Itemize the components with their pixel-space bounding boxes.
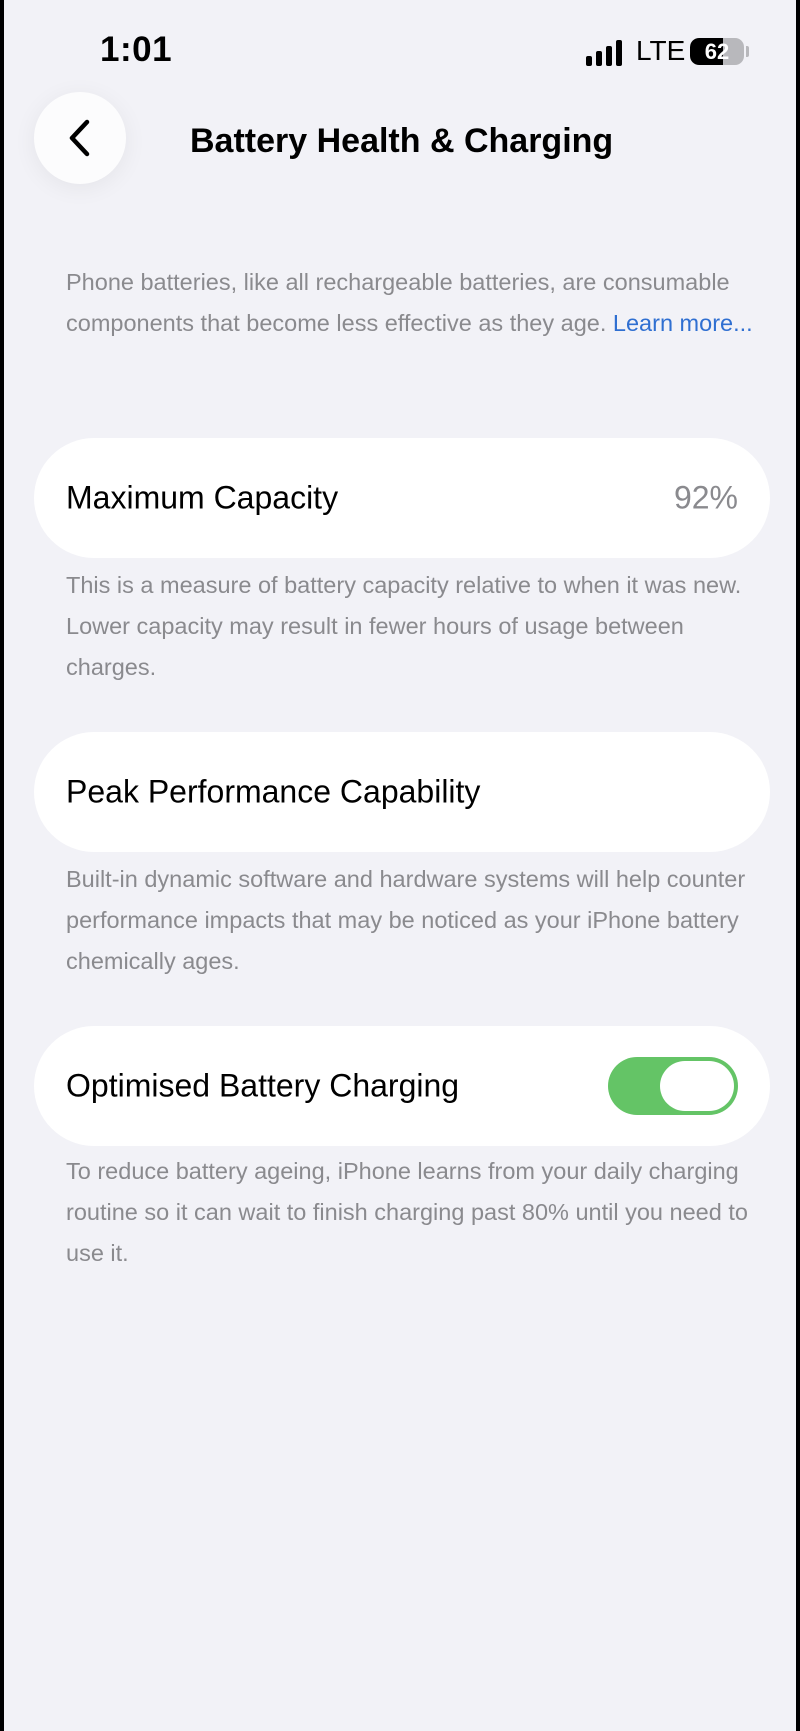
maximum-capacity-value: 92% — [673, 479, 738, 516]
toggle-knob — [660, 1061, 734, 1111]
optimised-charging-description: To reduce battery ageing, iPhone learns … — [66, 1158, 748, 1266]
optimised-charging-toggle[interactable] — [608, 1057, 738, 1115]
signal-bar — [586, 56, 592, 66]
intro-text: Phone batteries, like all rechargeable b… — [66, 262, 766, 344]
signal-bar — [606, 46, 612, 66]
chevron-left-icon — [69, 119, 90, 157]
page-title: Battery Health & Charging — [190, 122, 614, 160]
battery-percent: 62 — [704, 39, 730, 64]
cellular-signal-icon — [586, 40, 622, 66]
signal-bar — [616, 40, 622, 66]
status-time: 1:01 — [100, 30, 173, 69]
battery-icon: 62 — [690, 38, 744, 65]
peak-performance-label: Peak Performance Capability — [66, 773, 481, 810]
maximum-capacity-label: Maximum Capacity — [66, 479, 339, 516]
learn-more-link[interactable]: Learn more... — [613, 310, 753, 336]
battery-nub — [746, 46, 749, 57]
optimised-charging-card: Optimised Battery Charging — [34, 1026, 770, 1146]
optimised-charging-label: Optimised Battery Charging — [66, 1067, 460, 1104]
back-button[interactable] — [34, 92, 126, 184]
maximum-capacity-description: This is a measure of battery capacity re… — [66, 572, 742, 680]
peak-performance-card[interactable]: Peak Performance Capability — [34, 732, 770, 852]
network-type: LTE — [636, 35, 686, 66]
signal-bar — [596, 51, 602, 66]
maximum-capacity-card: Maximum Capacity 92% — [34, 438, 770, 558]
battery-health-screen: 1:01 LTE 62 Battery Health & Charging Ph… — [4, 0, 796, 1731]
peak-performance-description: Built-in dynamic software and hardware s… — [66, 866, 746, 974]
